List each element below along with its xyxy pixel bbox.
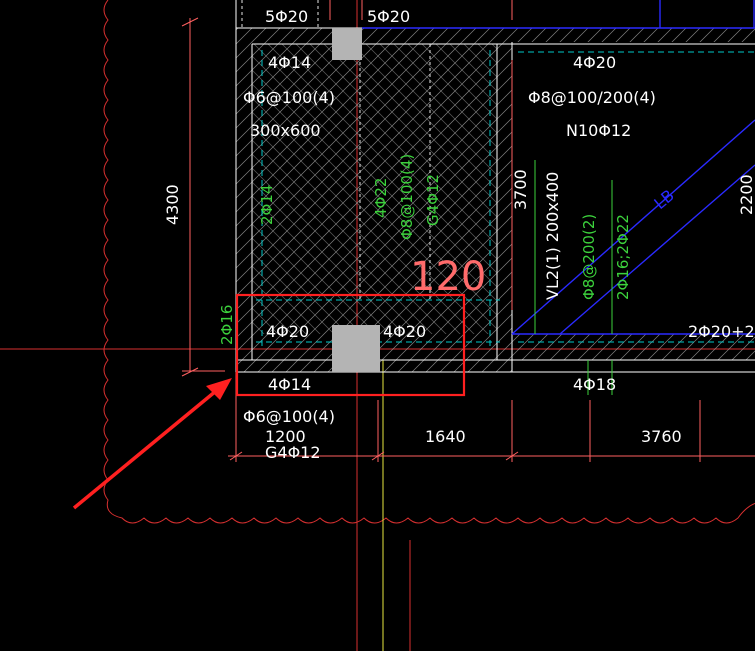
- label-vl2: VL2(1) 200x400: [543, 172, 562, 300]
- label-beam-size: 300x600: [250, 121, 321, 140]
- label-bottom-4phi14: 4Φ14: [268, 375, 311, 394]
- label-top-left-bar: 5Φ20: [265, 7, 308, 26]
- label-stirrup-right: Φ8@100/200(4): [528, 88, 656, 107]
- label-stirrup-left: Φ6@100(4): [243, 88, 335, 107]
- label-torsion-bar: N10Φ12: [566, 121, 631, 140]
- label-bottom-g4phi12: G4Φ12: [265, 443, 321, 462]
- label-vl2-stirrup: Φ8@200(2): [580, 214, 598, 300]
- label-dim-1640: 1640: [425, 427, 466, 446]
- label-box-right-bar: 4Φ20: [383, 322, 426, 341]
- label-dim-4300: 4300: [163, 184, 182, 225]
- column-block-top: [332, 28, 362, 60]
- label-upper-right-bar: 4Φ20: [573, 53, 616, 72]
- label-dim-2200: 2200: [737, 174, 755, 215]
- label-dim-3700: 3700: [511, 169, 530, 210]
- label-side-stirrup: Φ8@100(4): [398, 154, 416, 240]
- label-top-right-bar: 5Φ20: [367, 7, 410, 26]
- red-arrow-shaft: [72, 384, 224, 510]
- column-block-bottom: [332, 325, 380, 372]
- label-left-2phi16: 2Φ16: [218, 305, 236, 345]
- label-side-2phi14: 2Φ14: [258, 185, 276, 225]
- label-side-g4phi12: G4Φ12: [424, 174, 442, 226]
- label-dim-3760: 3760: [641, 427, 682, 446]
- slab-hatch-right: [512, 28, 755, 42]
- label-right-bars: 2Φ20+2: [688, 322, 755, 341]
- label-slab-120: 120: [410, 254, 486, 300]
- label-bottom-stirrup: Φ6@100(4): [243, 407, 335, 426]
- label-bottom-4phi18: 4Φ18: [573, 375, 616, 394]
- cad-drawing-canvas[interactable]: 5Φ20 5Φ20 4Φ14 Φ6@100(4) 300x600 4Φ20 Φ8…: [0, 0, 755, 651]
- label-vl2-bars: 2Φ16;2Φ22: [614, 214, 632, 300]
- label-upper-left-bar: 4Φ14: [268, 53, 311, 72]
- label-box-left-bar: 4Φ20: [266, 322, 309, 341]
- label-side-4phi22: 4Φ22: [372, 178, 390, 218]
